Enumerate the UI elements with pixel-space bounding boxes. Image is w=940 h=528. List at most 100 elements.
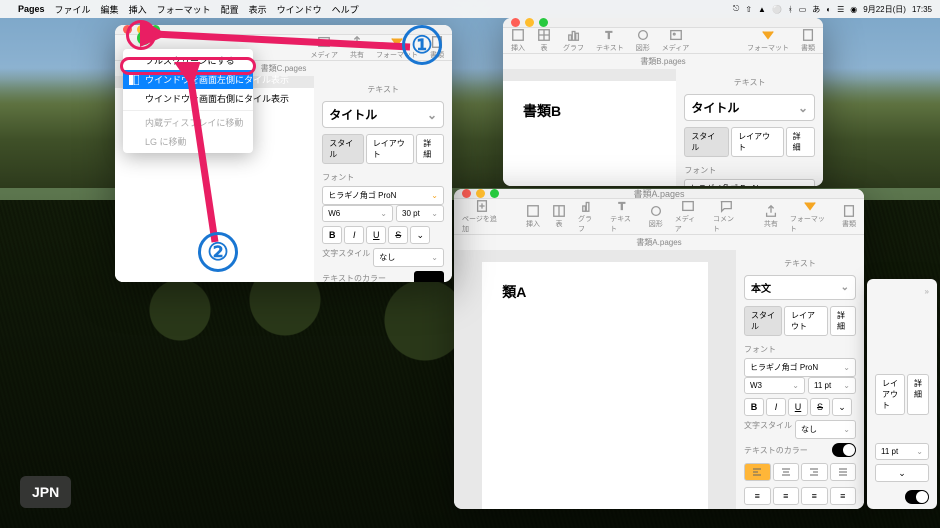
outdent-button[interactable]: ≡ [744, 487, 771, 505]
color-swatch[interactable] [905, 490, 929, 504]
tool-format[interactable]: フォーマット [747, 28, 789, 53]
tab-more[interactable]: 詳細 [907, 374, 929, 415]
text-color-swatch[interactable] [832, 443, 856, 457]
list-indent-button[interactable]: ≡ [830, 487, 857, 505]
strike-button[interactable]: S [388, 226, 408, 244]
align-justify-button[interactable] [830, 463, 857, 481]
collapse-icon[interactable]: » [875, 287, 929, 296]
tool-chart[interactable]: グラフ [578, 199, 598, 234]
window-a[interactable]: 書類A.pages ページを追加 挿入 表 グラフ Tテキスト 図形 メディア … [454, 189, 864, 509]
tool-format[interactable]: フォーマット [790, 199, 830, 234]
align-center-button[interactable] [773, 463, 800, 481]
menu-insert[interactable]: 挿入 [129, 3, 147, 16]
tab-layout[interactable]: レイアウト [784, 306, 828, 336]
tool-doc[interactable]: 書類 [842, 204, 856, 229]
menu-window[interactable]: ウインドウ [277, 3, 322, 16]
status-icon[interactable]: ⎋ [733, 4, 739, 14]
tool-chart[interactable]: グラフ [563, 28, 584, 53]
font-size-field[interactable]: 11 pt⌄ [875, 443, 929, 460]
more-button[interactable]: ⌄ [410, 226, 430, 244]
status-icon[interactable]: ☰ [837, 5, 844, 14]
menu-format[interactable]: フォーマット [157, 3, 211, 16]
status-icon[interactable]: ▲ [758, 5, 766, 14]
tab-more[interactable]: 詳細 [830, 306, 856, 336]
app-menu[interactable]: Pages [18, 4, 45, 14]
tool-add-page[interactable]: ページを追加 [462, 199, 502, 234]
font-family-select[interactable]: ヒラギノ角ゴ ProN⌄ [684, 179, 815, 186]
menubar-time[interactable]: 17:35 [912, 5, 932, 14]
battery-icon[interactable]: ▭ [799, 5, 807, 14]
titlebar[interactable] [503, 18, 823, 28]
font-family-select[interactable]: ヒラギノ角ゴ ProN⌄ [322, 186, 444, 205]
tool-table[interactable]: 表 [537, 28, 551, 53]
fullscreen-button[interactable] [490, 189, 499, 198]
minimize-button[interactable] [476, 189, 485, 198]
tab-style[interactable]: スタイル [322, 134, 364, 164]
list-outdent-button[interactable]: ≡ [801, 487, 828, 505]
italic-button[interactable]: I [766, 398, 786, 416]
paragraph-style-select[interactable]: タイトル⌄ [684, 94, 815, 121]
tool-insert[interactable]: 挿入 [526, 204, 540, 229]
font-family-select[interactable]: ヒラギノ角ゴ ProN⌄ [744, 358, 856, 377]
annotation-ring [126, 20, 156, 50]
tab-layout[interactable]: レイアウト [875, 374, 905, 415]
document-page[interactable]: 類A [482, 262, 708, 509]
status-icon[interactable]: あ [812, 4, 820, 15]
bold-button[interactable]: B [322, 226, 342, 244]
font-weight-select[interactable]: W6⌄ [322, 205, 393, 222]
underline-button[interactable]: U [366, 226, 386, 244]
bluetooth-icon[interactable]: ᚼ [788, 5, 793, 14]
align-left-button[interactable] [744, 463, 771, 481]
font-size-field[interactable]: 30 pt⌄ [396, 205, 444, 222]
close-button[interactable] [511, 18, 520, 27]
paragraph-style-select[interactable]: タイトル⌄ [322, 101, 444, 128]
menu-arrange[interactable]: 配置 [221, 3, 239, 16]
status-icon[interactable]: ◐ [826, 5, 831, 14]
tab-more[interactable]: 詳細 [416, 134, 444, 164]
status-icon[interactable]: ⇧ [745, 5, 752, 14]
menu-help[interactable]: ヘルプ [332, 3, 359, 16]
paragraph-style-select[interactable]: 本文⌄ [744, 275, 856, 300]
wifi-icon[interactable]: ⚪ [772, 5, 782, 14]
tab-layout[interactable]: レイアウト [731, 127, 784, 157]
window-b[interactable]: 挿入 表 グラフ Tテキスト 図形 メディア フォーマット 書類 書類B.pag… [503, 18, 823, 186]
tool-doc[interactable]: 書類 [801, 28, 815, 53]
document-page[interactable]: 書類B [503, 81, 676, 186]
more-button[interactable]: ⌄ [832, 398, 852, 416]
close-button[interactable] [462, 189, 471, 198]
status-icon[interactable]: ◉ [850, 5, 857, 14]
bold-button[interactable]: B [744, 398, 764, 416]
align-right-button[interactable] [801, 463, 828, 481]
tab-more[interactable]: 詳細 [786, 127, 815, 157]
tool-media[interactable]: メディア [675, 199, 701, 234]
menu-view[interactable]: 表示 [249, 3, 267, 16]
tool-table[interactable]: 表 [552, 204, 566, 229]
text-color-swatch[interactable] [414, 271, 444, 282]
tab-style[interactable]: スタイル [684, 127, 729, 157]
tool-shape[interactable]: 図形 [636, 28, 650, 53]
menu-edit[interactable]: 編集 [101, 3, 119, 16]
strike-button[interactable]: S [810, 398, 830, 416]
more-button[interactable]: ⌄ [875, 464, 929, 482]
indent-button[interactable]: ≡ [773, 487, 800, 505]
font-size-field[interactable]: 11 pt⌄ [808, 377, 856, 394]
tab-style[interactable]: スタイル [744, 306, 782, 336]
italic-button[interactable]: I [344, 226, 364, 244]
tool-shape[interactable]: 図形 [649, 204, 663, 229]
char-style-select[interactable]: なし⌄ [373, 248, 444, 267]
underline-button[interactable]: U [788, 398, 808, 416]
tool-view[interactable]: 挿入 [511, 28, 525, 53]
titlebar[interactable]: 書類A.pages [454, 189, 864, 199]
tool-comment[interactable]: コメント [713, 199, 740, 234]
menu-file[interactable]: ファイル [55, 3, 91, 16]
char-style-select[interactable]: なし⌄ [795, 420, 856, 439]
menubar-date[interactable]: 9月22日(日) [863, 4, 906, 15]
fullscreen-button[interactable] [539, 18, 548, 27]
tool-text[interactable]: Tテキスト [610, 199, 637, 234]
tool-media[interactable]: メディア [662, 28, 690, 53]
tab-layout[interactable]: レイアウト [366, 134, 414, 164]
minimize-button[interactable] [525, 18, 534, 27]
tool-text[interactable]: Tテキスト [596, 28, 624, 53]
tool-share[interactable]: 共有 [764, 204, 778, 229]
font-weight-select[interactable]: W3⌄ [744, 377, 805, 394]
